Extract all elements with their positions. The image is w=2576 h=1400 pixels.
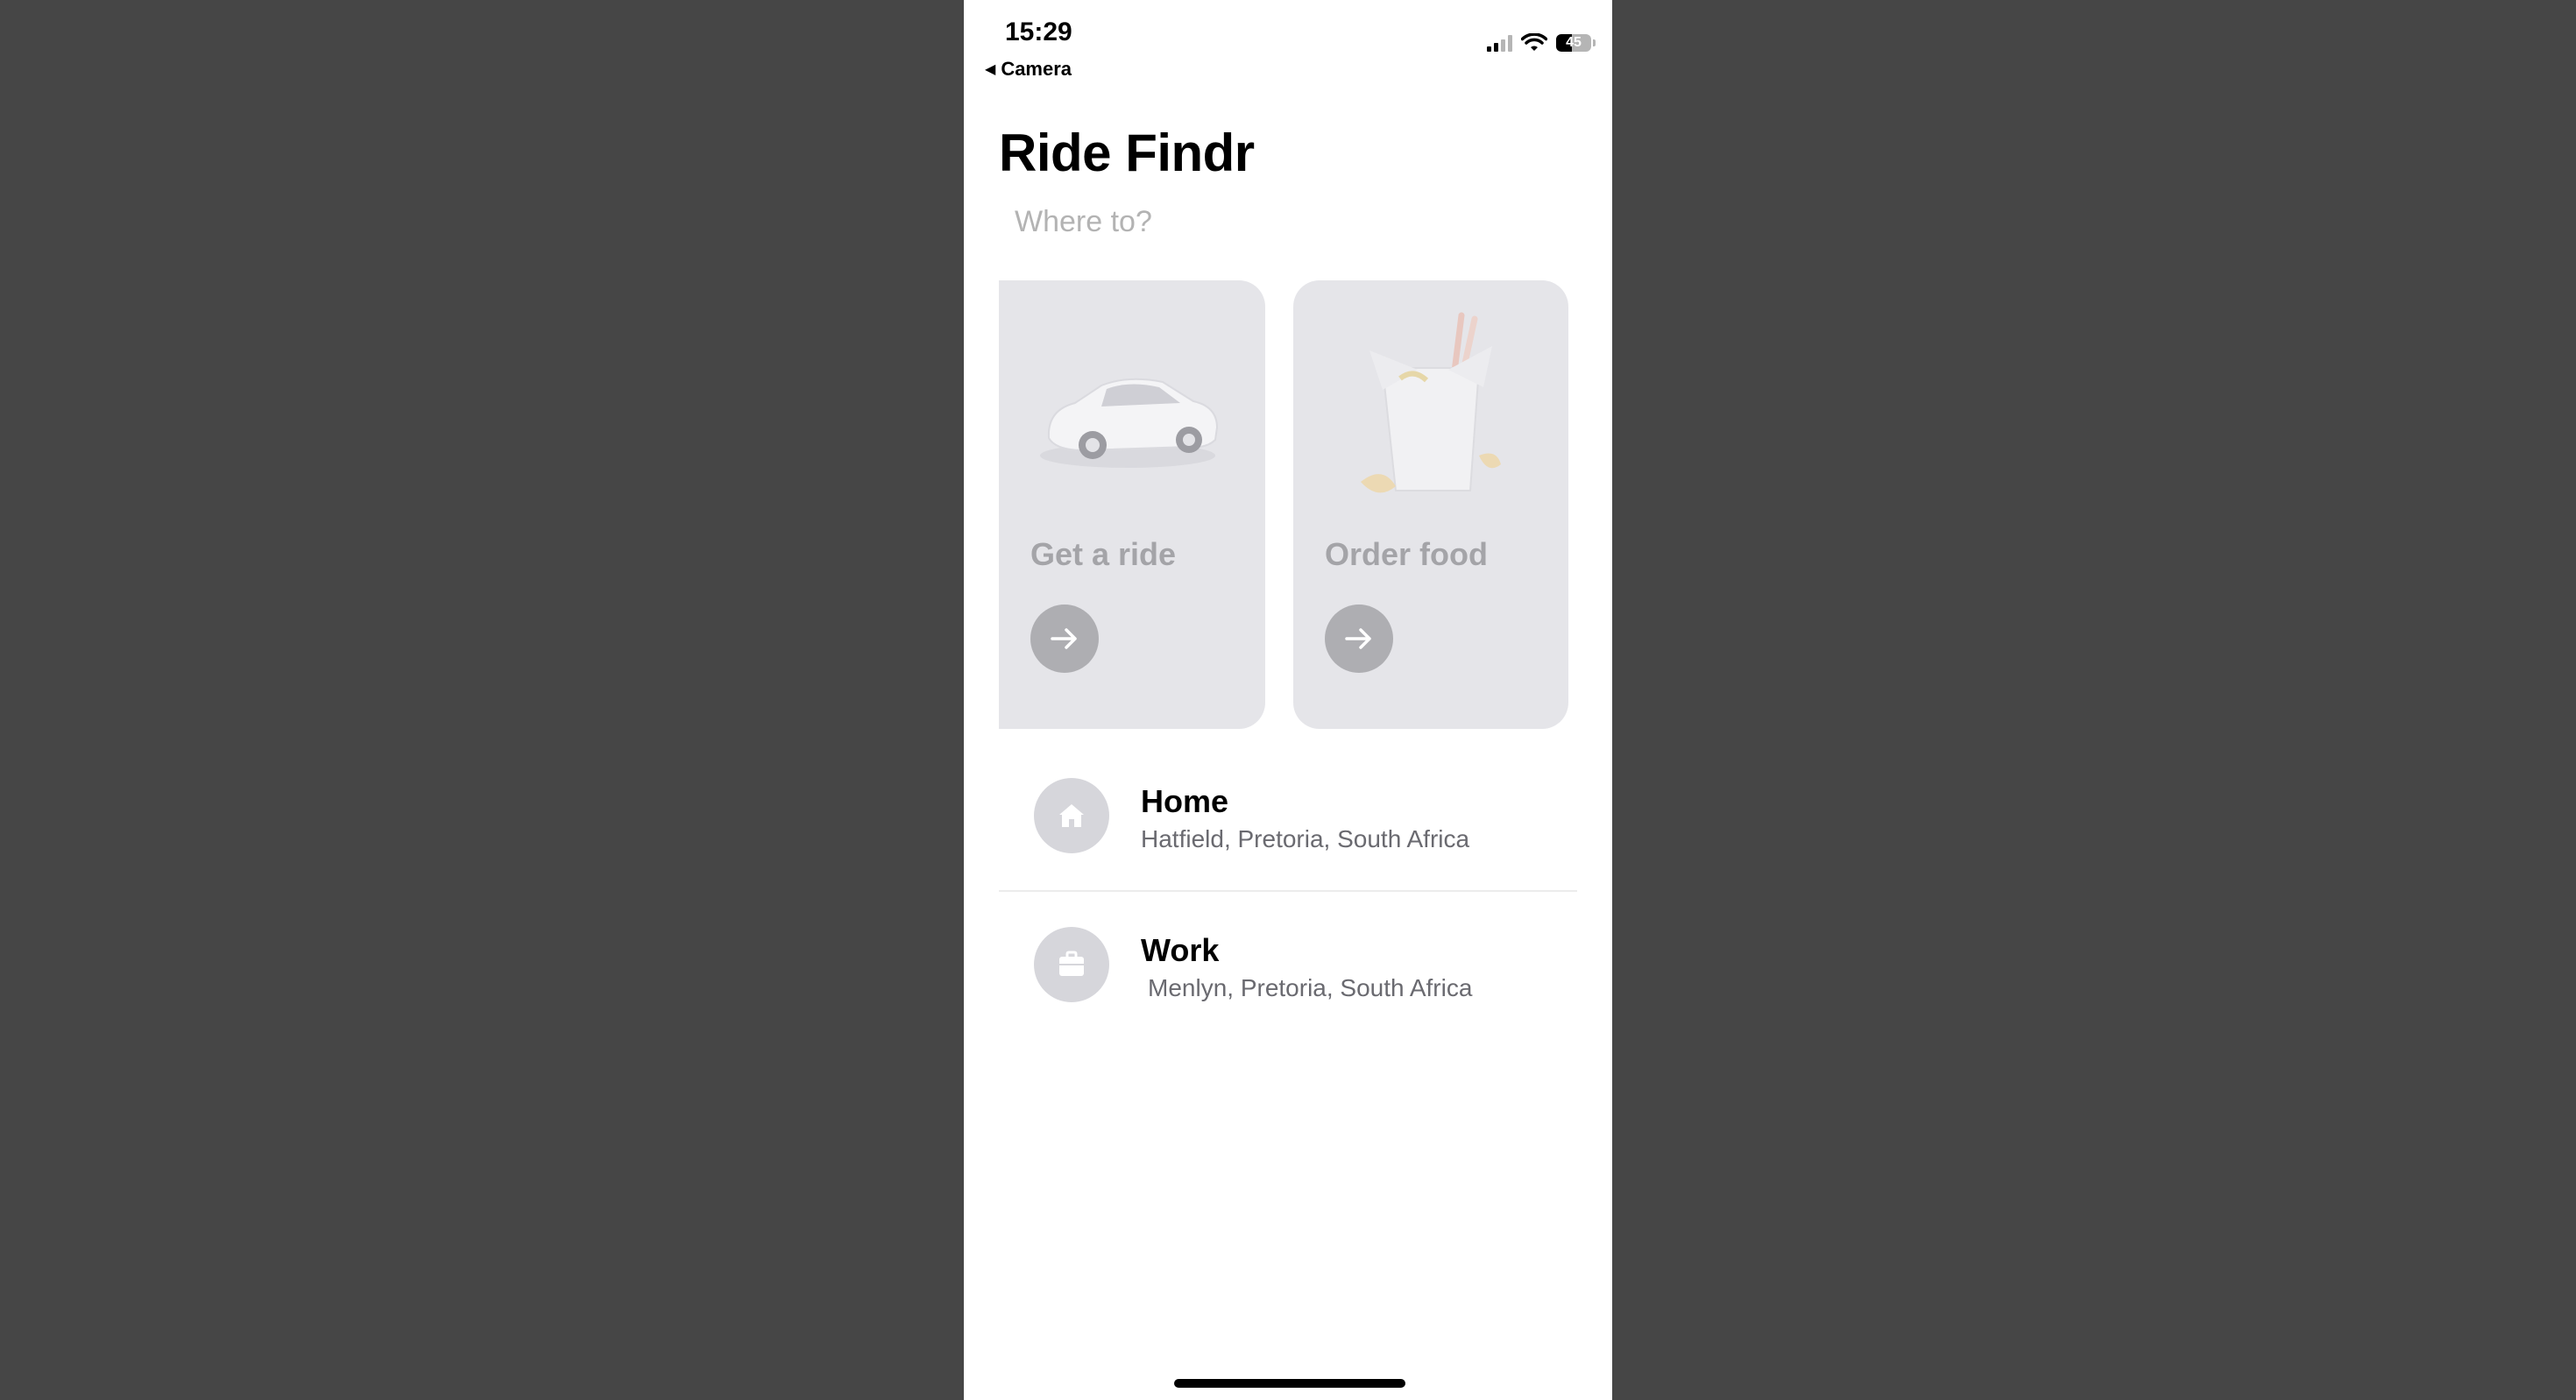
arrow-right-icon [1345, 628, 1371, 649]
battery-icon: 45 [1556, 34, 1596, 52]
place-address: Menlyn, Pretoria, South Africa [1148, 974, 1473, 1001]
takeout-box-icon [1293, 307, 1568, 569]
wifi-icon [1521, 33, 1547, 51]
car-icon [999, 307, 1265, 569]
phone-screen: 15:29 ◀ Camera 45 Ride Findr Where to? G… [964, 0, 1612, 1400]
place-address: Hatfield, Pretoria, South Africa [1141, 825, 1470, 852]
order-food-arrow-button[interactable] [1325, 605, 1393, 673]
app-title: Ride Findr [999, 124, 1255, 182]
status-time: 15:29 [1005, 18, 1072, 46]
back-to-camera-button[interactable]: ◀ Camera [985, 58, 1072, 81]
place-name: Home [1141, 783, 1229, 819]
get-a-ride-arrow-button[interactable] [1030, 605, 1099, 673]
back-label: Camera [1001, 58, 1072, 80]
back-triangle-icon: ◀ [985, 62, 996, 77]
battery-level: 45 [1566, 35, 1582, 50]
house-icon [1034, 778, 1109, 853]
saved-place-work[interactable]: Work Menlyn, Pretoria, South Africa [999, 892, 1577, 1039]
arrow-right-icon [1051, 628, 1077, 649]
briefcase-icon [1034, 927, 1109, 1002]
place-name: Work [1141, 932, 1220, 968]
saved-place-home[interactable]: Home Hatfield, Pretoria, South Africa [999, 743, 1577, 892]
card-label: Get a ride [1030, 536, 1177, 572]
order-food-card[interactable]: Order food [1293, 280, 1568, 729]
get-a-ride-card[interactable]: Get a ride [999, 280, 1265, 729]
status-icons: 45 [1487, 33, 1596, 53]
search-input[interactable] [1013, 200, 1542, 244]
card-label: Order food [1325, 536, 1488, 572]
cellular-signal-icon [1487, 34, 1512, 52]
home-indicator[interactable] [1174, 1379, 1405, 1388]
